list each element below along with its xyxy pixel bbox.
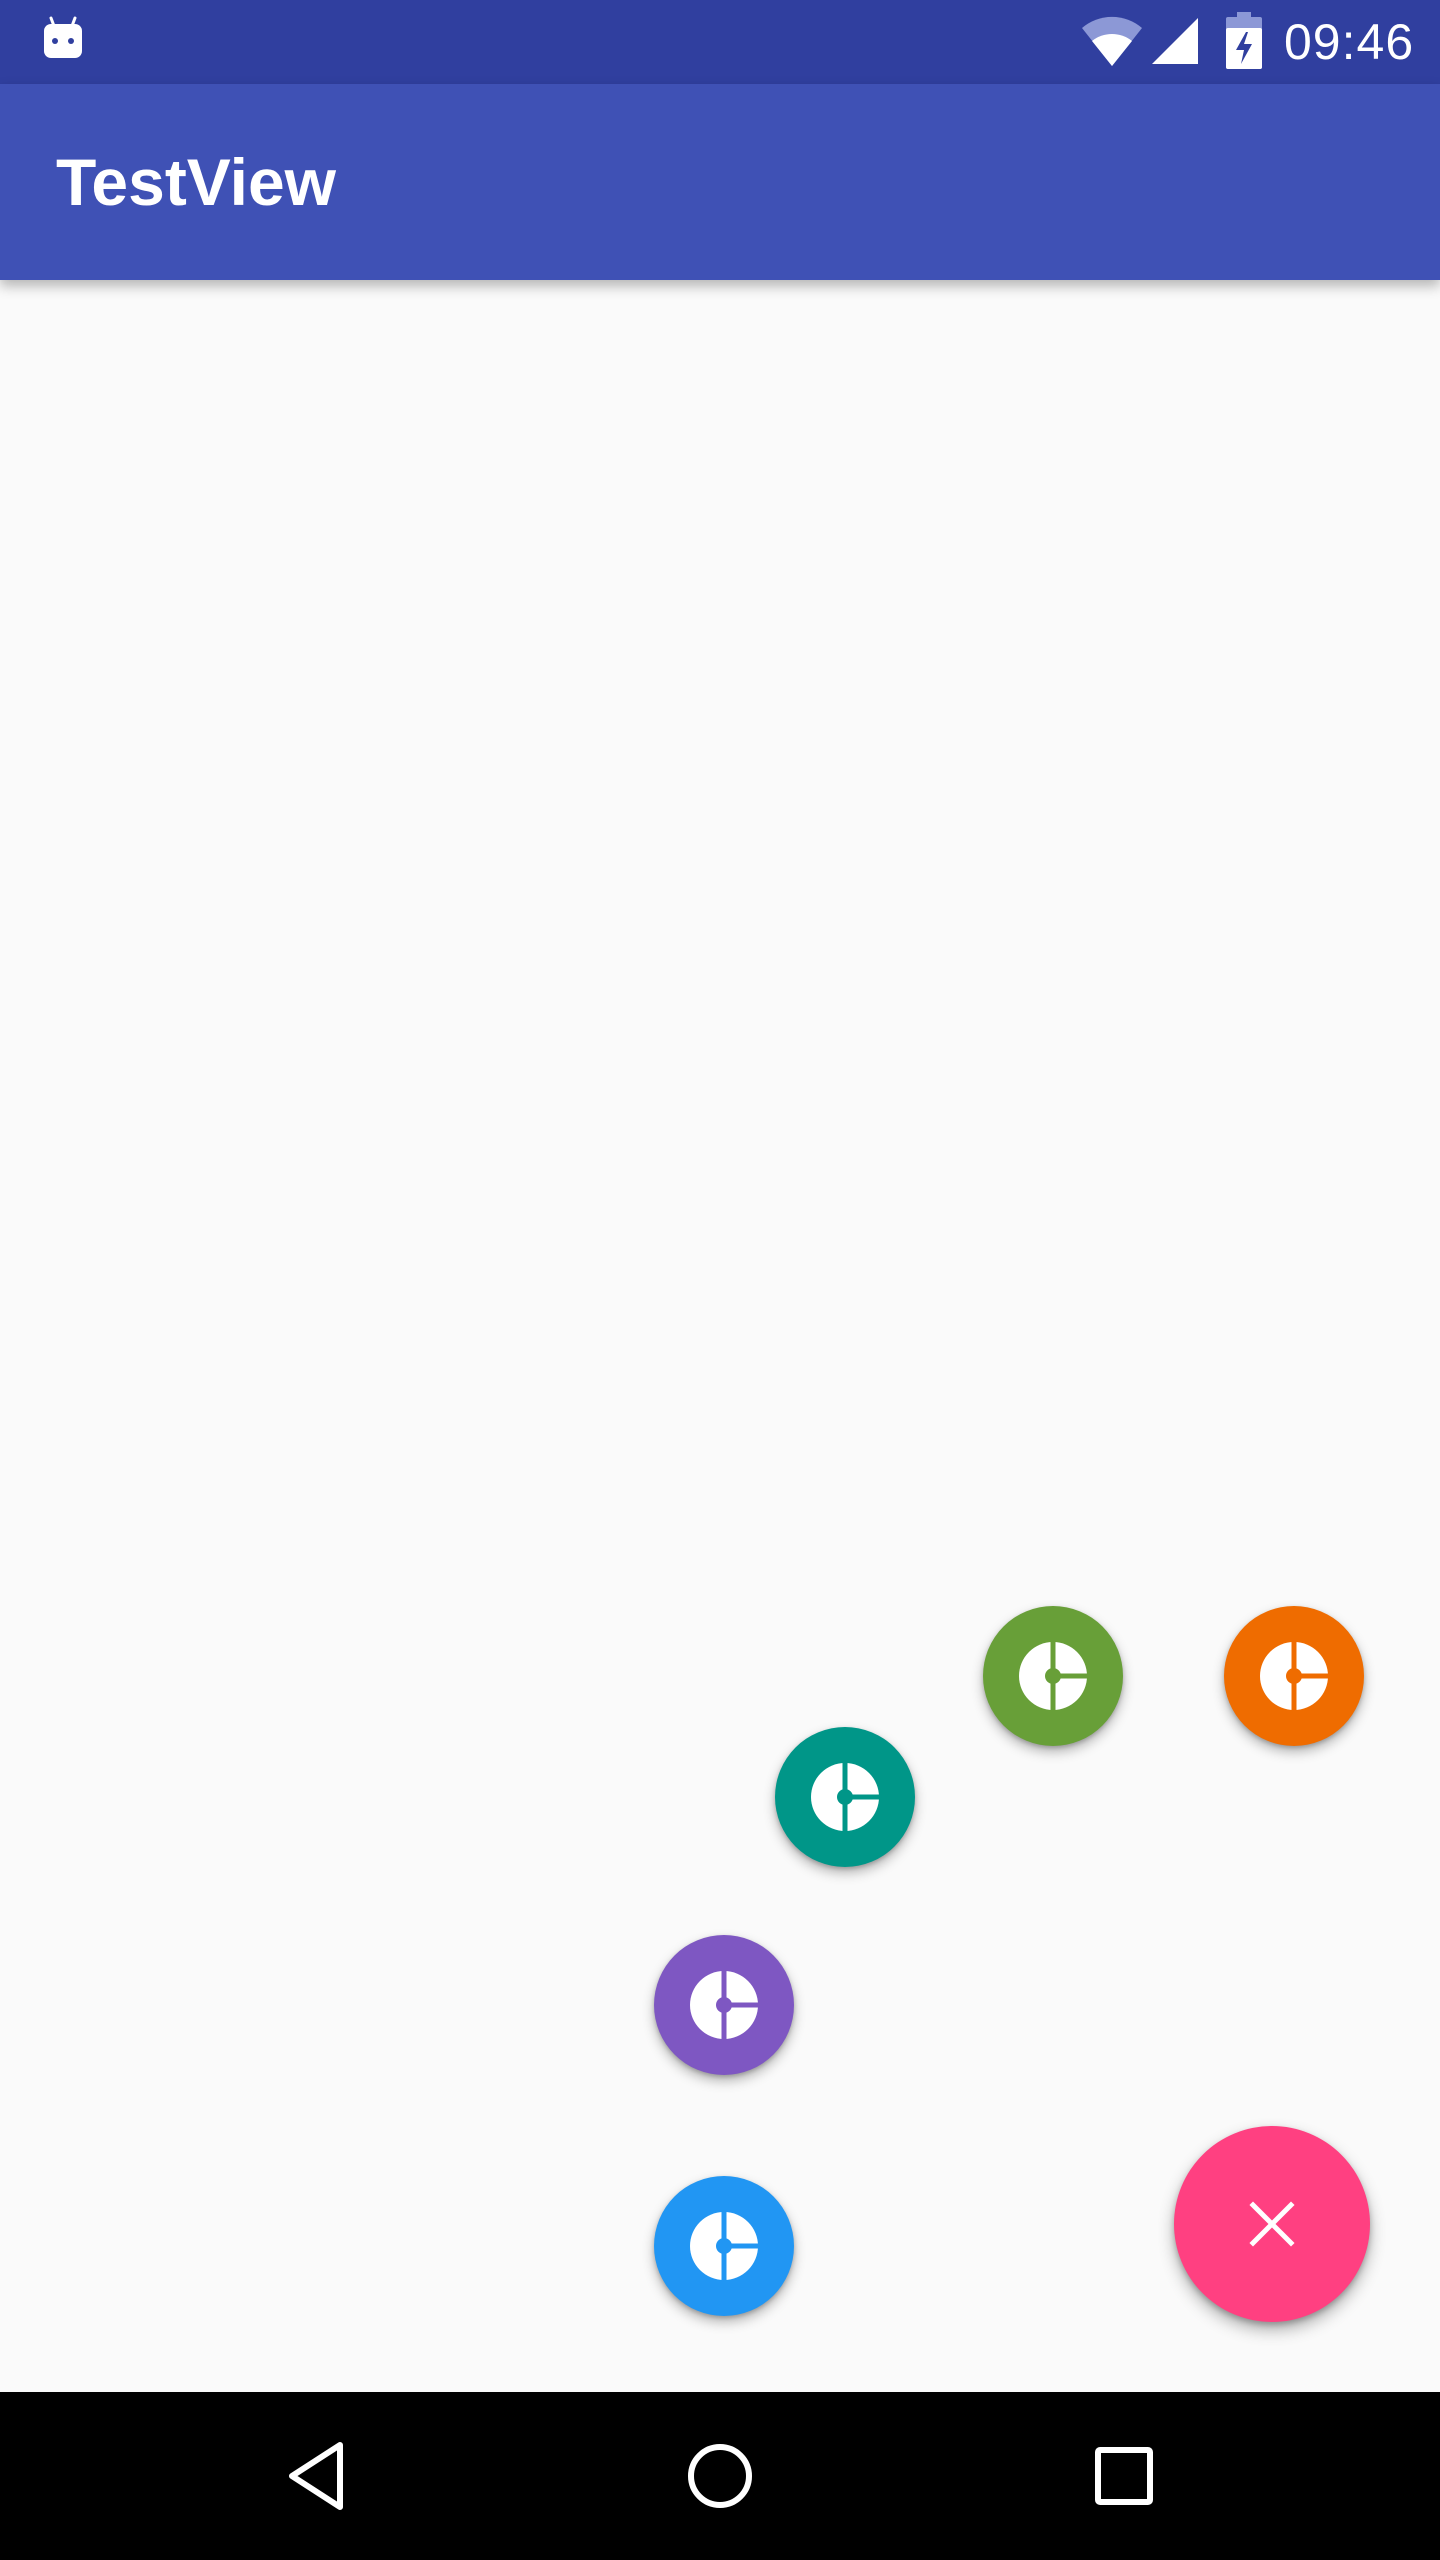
home-button[interactable] (670, 2426, 770, 2526)
fab-orange[interactable] (1224, 1606, 1364, 1746)
wifi-icon (1082, 16, 1142, 66)
home-icon (688, 2444, 752, 2508)
fab-purple[interactable] (654, 1935, 794, 2075)
battery-charging-icon (1226, 12, 1262, 69)
signal-icon (1152, 18, 1198, 64)
content-area (0, 280, 1440, 2392)
android-icon (44, 16, 82, 58)
page-title: TestView (56, 145, 337, 219)
fab-blue[interactable] (654, 2176, 794, 2316)
pie-chart-icon (811, 1763, 879, 1831)
pie-chart-icon (690, 1971, 758, 2039)
close-fab-button[interactable] (1174, 2126, 1370, 2322)
status-bar: 09:46 (0, 0, 1440, 84)
recents-button[interactable] (1074, 2426, 1174, 2526)
back-button[interactable] (266, 2426, 366, 2526)
pie-chart-icon (1019, 1642, 1087, 1710)
fab-green[interactable] (983, 1606, 1123, 1746)
navigation-bar (0, 2392, 1440, 2560)
pie-chart-icon (690, 2212, 758, 2280)
app-toolbar: TestView (0, 84, 1440, 280)
pie-chart-icon (1260, 1642, 1328, 1710)
close-icon (1249, 2201, 1295, 2247)
recents-icon (1095, 2447, 1153, 2505)
back-icon (289, 2442, 343, 2510)
clock: 09:46 (1284, 14, 1415, 70)
screen: 09:46 TestView (0, 0, 1440, 2560)
fab-teal[interactable] (775, 1727, 915, 1867)
